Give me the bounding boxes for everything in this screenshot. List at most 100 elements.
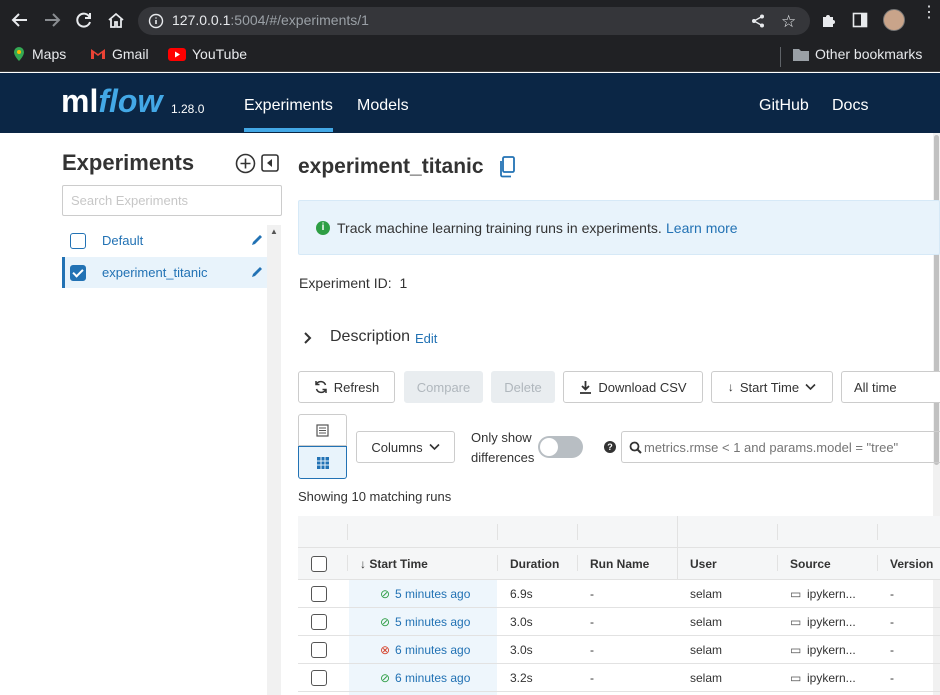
status-success-icon: ⊘	[380, 671, 391, 685]
header-run-name[interactable]: Run Name	[590, 557, 649, 571]
nav-experiments[interactable]: Experiments	[244, 97, 333, 115]
experiment-name[interactable]: experiment_titanic	[102, 265, 208, 280]
label-line-1: Only show	[471, 430, 532, 445]
table-row[interactable]: ⊗ 6 minutes ago 3.0s - selam ▭ ipykern..…	[298, 636, 940, 664]
run-search-input[interactable]	[644, 437, 934, 457]
row-checkbox[interactable]	[311, 670, 327, 686]
run-duration: 3.0s	[510, 643, 533, 657]
table-row[interactable]: ⊘ 5 minutes ago 3.0s - selam ▭ ipykern..…	[298, 608, 940, 636]
youtube-icon	[168, 47, 186, 61]
run-source[interactable]: ipykern...	[807, 671, 856, 685]
description-label[interactable]: Description	[330, 328, 410, 346]
experiment-title: experiment_titanic	[298, 155, 484, 179]
bookmark-label: Gmail	[112, 46, 149, 62]
run-source[interactable]: ipykern...	[807, 643, 856, 657]
experiment-id-label: Experiment ID:	[299, 275, 392, 291]
table-view-button[interactable]	[298, 414, 347, 446]
run-source[interactable]: ipykern...	[807, 615, 856, 629]
run-version: -	[890, 587, 894, 601]
url-host: 127.0.0.1	[172, 12, 231, 28]
mlflow-version: 1.28.0	[171, 102, 205, 116]
help-icon[interactable]: ?	[604, 441, 616, 453]
header-source[interactable]: Source	[790, 557, 831, 571]
differences-toggle[interactable]	[538, 436, 583, 458]
nav-docs[interactable]: Docs	[832, 97, 868, 115]
url-path: :5004/#/experiments/1	[230, 12, 369, 28]
edit-pencil-icon[interactable]	[250, 233, 264, 252]
download-icon	[580, 381, 592, 394]
nav-models[interactable]: Models	[357, 97, 409, 115]
collapse-sidebar-icon[interactable]	[261, 154, 279, 177]
share-icon[interactable]	[750, 13, 766, 34]
run-user: selam	[690, 671, 723, 685]
extensions-icon[interactable]	[820, 11, 838, 34]
sort-arrow-icon: ↓	[727, 380, 734, 394]
bookmark-youtube[interactable]: YouTube	[168, 46, 247, 62]
sidebar-panel-icon[interactable]	[852, 12, 868, 33]
back-icon[interactable]	[10, 11, 30, 33]
run-start-time-link[interactable]: 5 minutes ago	[395, 587, 470, 601]
edit-pencil-icon[interactable]	[250, 265, 264, 284]
learn-more-link[interactable]: Learn more	[666, 220, 738, 236]
header-user[interactable]: User	[690, 557, 717, 571]
header-version[interactable]: Version	[890, 557, 933, 571]
experiment-item-default[interactable]: Default	[62, 225, 267, 256]
address-bar[interactable]: 127.0.0.1:5004/#/experiments/1 ☆	[138, 7, 810, 35]
sort-select[interactable]: ↓ Start Time	[711, 371, 833, 403]
banner-text: Track machine learning training runs in …	[337, 220, 662, 236]
expand-description-icon[interactable]	[303, 331, 313, 350]
refresh-button[interactable]: Refresh	[298, 371, 395, 403]
experiment-checkbox[interactable]	[70, 265, 86, 281]
row-checkbox[interactable]	[311, 614, 327, 630]
experiment-id-value: 1	[399, 275, 408, 291]
run-start-time-link[interactable]: 6 minutes ago	[395, 671, 470, 685]
run-source[interactable]: ipykern...	[807, 587, 856, 601]
reload-icon[interactable]	[74, 11, 94, 33]
run-start-time-link[interactable]: 6 minutes ago	[395, 643, 470, 657]
nav-github[interactable]: GitHub	[759, 97, 809, 115]
nav-active-indicator	[244, 128, 333, 132]
sidebar-scrollbar[interactable]: ▲	[267, 225, 281, 695]
forward-icon[interactable]	[42, 11, 62, 33]
copy-icon[interactable]	[499, 156, 516, 183]
more-menu-icon[interactable]: ⋮	[921, 5, 937, 21]
bookmark-label: Maps	[32, 46, 67, 62]
search-experiments-input[interactable]	[62, 185, 282, 216]
other-bookmarks[interactable]: Other bookmarks	[793, 46, 922, 62]
edit-description-link[interactable]: Edit	[415, 331, 437, 346]
columns-button[interactable]: Columns	[356, 431, 455, 463]
create-experiment-icon[interactable]	[235, 153, 256, 179]
browser-toolbar: 127.0.0.1:5004/#/experiments/1 ☆ ⋮	[0, 0, 940, 42]
mlflow-logo[interactable]: mlflow	[61, 83, 162, 120]
compare-button[interactable]: Compare	[404, 371, 483, 403]
maps-pin-icon	[14, 47, 24, 61]
compare-label: Compare	[416, 379, 471, 395]
profile-avatar[interactable]	[883, 9, 905, 31]
showing-runs-text: Showing 10 matching runs	[298, 489, 452, 504]
bookmark-label: YouTube	[192, 46, 248, 62]
experiment-name[interactable]: Default	[102, 233, 143, 248]
bookmark-maps[interactable]: Maps	[12, 46, 66, 62]
table-row[interactable]: ⊘ 6 minutes ago 3.2s - selam ▭ ipykern..…	[298, 664, 940, 692]
run-version: -	[890, 643, 894, 657]
header-duration[interactable]: Duration	[510, 557, 559, 571]
delete-button[interactable]: Delete	[491, 371, 555, 403]
table-row[interactable]: ⊘ 5 minutes ago 6.9s - selam ▭ ipykern..…	[298, 580, 940, 608]
bookmark-gmail[interactable]: Gmail	[90, 46, 149, 62]
logo-flow: flow	[98, 83, 163, 119]
star-icon[interactable]: ☆	[781, 12, 796, 32]
experiment-item-titanic[interactable]: experiment_titanic	[62, 257, 267, 288]
grid-view-button[interactable]	[298, 446, 347, 479]
row-checkbox[interactable]	[311, 586, 327, 602]
run-search-box[interactable]	[621, 431, 940, 463]
select-all-checkbox[interactable]	[311, 556, 327, 572]
home-icon[interactable]	[106, 11, 126, 33]
row-checkbox[interactable]	[311, 642, 327, 658]
run-start-time-link[interactable]: 5 minutes ago	[395, 615, 470, 629]
notebook-icon: ▭	[790, 615, 802, 629]
time-range-select[interactable]: All time	[841, 371, 940, 403]
download-csv-button[interactable]: Download CSV	[563, 371, 703, 403]
header-start-time[interactable]: ↓ Start Time	[360, 557, 428, 571]
experiment-checkbox[interactable]	[70, 233, 86, 249]
site-info-icon[interactable]	[148, 13, 164, 34]
